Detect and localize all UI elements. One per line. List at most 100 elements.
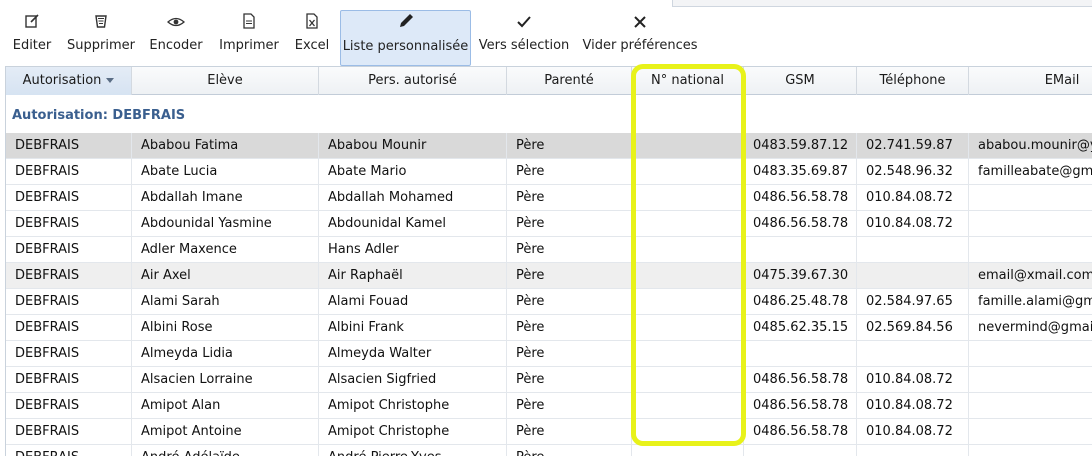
column-header-autorisation-label: Autorisation [22,73,102,88]
to-selection-button-label: Vers sélection [478,38,570,53]
cell-gsm: 0486.56.58.78 [744,367,857,393]
table-row[interactable]: DEBFRAIS Air Axel Air Raphaël Père 0475.39.6… [6,263,1092,289]
table-row[interactable]: DEBFRAIS Ababou Fatima Ababou Mounir Père 04… [6,133,1092,159]
cell-telephone: 02.548.96.32 [857,159,969,185]
column-header-telephone-label: Téléphone [879,73,946,88]
table-row[interactable]: DEBFRAIS Almeyda Lidia Almeyda Walter Père [6,341,1092,367]
column-header-autorisation[interactable]: Autorisation [6,67,132,95]
excel-button-label: Excel [294,38,330,53]
cell-email [969,445,1092,456]
cell-n-national [632,133,744,159]
table-row[interactable]: DEBFRAIS Amipot Antoine Amipot Christophe P… [6,419,1092,445]
custom-list-button[interactable]: Liste personnalisée [340,10,471,66]
cell-gsm: 0483.59.87.12 [744,133,857,159]
grid-header: Autorisation Elève Pers. autorisé Parent… [6,66,1092,95]
cell-eleve: Abate Lucia [132,159,319,185]
cell-n-national [632,185,744,211]
column-header-gsm[interactable]: GSM [744,67,857,95]
table-row[interactable]: DEBFRAIS Adler Maxence Hans Adler Père [6,237,1092,263]
cell-email [969,211,1092,237]
cell-gsm: 0486.56.58.78 [744,393,857,419]
delete-button-label: Supprimer [67,38,135,53]
cell-parente: Père [507,133,632,159]
table-row[interactable]: DEBFRAIS Albini Rose Albini Frank Père 0485.… [6,315,1092,341]
data-grid: Autorisation Elève Pers. autorisé Parent… [5,66,1092,456]
column-header-eleve-label: Elève [207,73,243,88]
column-header-telephone[interactable]: Téléphone [857,67,969,95]
cell-email [969,393,1092,419]
cell-n-national [632,341,744,367]
cell-n-national [632,263,744,289]
trash-icon [66,10,136,38]
group-header-label: Autorisation: DEBFRAIS [12,108,186,123]
column-header-parente-label: Parenté [544,73,594,88]
table-row[interactable]: DEBFRAIS Abdallah Imane Abdallah Mohamed Pè… [6,185,1092,211]
cell-pers-autorise: Hans Adler [319,237,507,263]
cell-autorisation: DEBFRAIS [6,393,132,419]
cell-n-national [632,445,744,456]
cell-parente: Père [507,419,632,445]
cell-gsm [744,341,857,367]
table-row[interactable]: DEBFRAIS Alami Sarah Alami Fouad Père 0486.2… [6,289,1092,315]
edit-icon [6,10,58,38]
cell-telephone [857,445,969,456]
cell-parente: Père [507,445,632,456]
cell-telephone [857,237,969,263]
column-header-pers-autorise[interactable]: Pers. autorisé [319,67,507,95]
cell-telephone: 010.84.08.72 [857,393,969,419]
cell-eleve: Amipot Alan [132,393,319,419]
edit-button-label: Editer [12,38,52,53]
column-header-eleve[interactable]: Elève [132,67,319,95]
grid-body: DEBFRAIS Ababou Fatima Ababou Mounir Père 04… [6,133,1092,456]
to-selection-button[interactable]: Vers sélection [478,10,570,66]
cell-pers-autorise: André Pierre-Yves [319,445,507,456]
cell-autorisation: DEBFRAIS [6,315,132,341]
cell-autorisation: DEBFRAIS [6,133,132,159]
cell-autorisation: DEBFRAIS [6,263,132,289]
cell-gsm [744,445,857,456]
table-row[interactable]: DEBFRAISAndré AdélaïdeAndré Pierre-YvesP… [6,445,1092,456]
cell-parente: Père [507,367,632,393]
column-header-email[interactable]: EMail [969,67,1092,95]
edit-button[interactable]: Editer [6,10,58,66]
cell-n-national [632,159,744,185]
cell-autorisation: DEBFRAIS [6,185,132,211]
cell-parente: Père [507,315,632,341]
delete-button[interactable]: Supprimer [66,10,136,66]
cell-telephone: 010.84.08.72 [857,185,969,211]
table-row[interactable]: DEBFRAIS Alsacien Lorraine Alsacien Sigfri… [6,367,1092,393]
cell-eleve: Alami Sarah [132,289,319,315]
table-row[interactable]: DEBFRAIS Amipot Alan Amipot Christophe Père… [6,393,1092,419]
cell-pers-autorise: Almeyda Walter [319,341,507,367]
cell-parente: Père [507,185,632,211]
column-header-n-national[interactable]: N° national [632,67,744,95]
cell-autorisation: DEBFRAIS [6,445,132,456]
print-button[interactable]: Imprimer [216,10,282,66]
toolbar: Editer Supprimer Encoder Imprimer Excel … [0,8,1092,66]
cell-email: famille.alami@gmail [969,289,1092,315]
excel-button[interactable]: Excel [292,10,332,66]
table-row[interactable]: DEBFRAIS Abdounidal Yasmine Abdounidal Kam… [6,211,1092,237]
cell-pers-autorise: Abate Mario [319,159,507,185]
cell-pers-autorise: Amipot Christophe [319,393,507,419]
column-header-parente[interactable]: Parenté [507,67,632,95]
eye-icon [146,10,206,38]
cell-pers-autorise: Albini Frank [319,315,507,341]
cell-autorisation: DEBFRAIS [6,289,132,315]
table-row[interactable]: DEBFRAIS Abate Lucia Abate Mario Père 0483.3… [6,159,1092,185]
tab-area-edge [672,0,1092,7]
close-icon [582,10,698,38]
cell-parente: Père [507,341,632,367]
encode-button[interactable]: Encoder [146,10,206,66]
cell-parente: Père [507,237,632,263]
cell-pers-autorise: Amipot Christophe [319,419,507,445]
cell-telephone [857,341,969,367]
cell-gsm: 0486.56.58.78 [744,185,857,211]
cell-email: ababou.mounir@yahoo [969,133,1092,159]
pencil-icon [341,11,470,39]
sort-desc-icon [106,78,115,83]
cell-n-national [632,315,744,341]
cell-eleve: Air Axel [132,263,319,289]
clear-preferences-button[interactable]: Vider préférences [582,10,698,66]
cell-email: email@xmail.com [969,263,1092,289]
